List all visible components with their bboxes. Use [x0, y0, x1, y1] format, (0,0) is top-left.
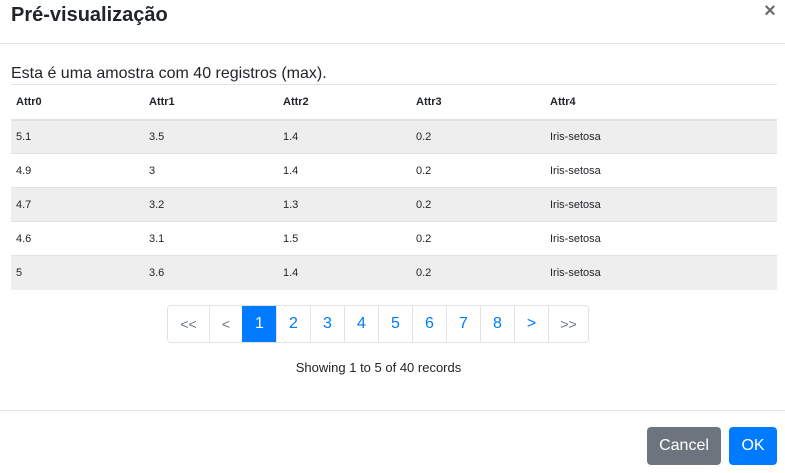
preview-table: Attr0 Attr1 Attr2 Attr3 Attr4 5.1 3.5 1.…: [11, 84, 777, 290]
table-cell: 4.7: [11, 187, 144, 222]
page-7-button[interactable]: 7: [446, 306, 480, 342]
table-cell: 1.4: [278, 153, 411, 188]
page-5-button[interactable]: 5: [378, 306, 412, 342]
table-cell: 1.4: [278, 119, 411, 154]
table-cell: Iris-setosa: [545, 119, 777, 154]
table-cell: Iris-setosa: [545, 187, 777, 222]
table-row: 5.1 3.5 1.4 0.2 Iris-setosa: [11, 119, 777, 154]
table-cell: 0.2: [411, 221, 545, 256]
table-cell: 0.2: [411, 153, 545, 188]
table-cell: Iris-setosa: [545, 255, 777, 290]
close-icon[interactable]: ×: [760, 1, 780, 21]
column-header: Attr1: [144, 84, 278, 121]
sample-description: Esta é uma amostra com 40 registros (max…: [11, 65, 327, 82]
last-page-button[interactable]: >>: [548, 306, 588, 342]
page-8-button[interactable]: 8: [480, 306, 514, 342]
records-info: Showing 1 to 5 of 40 records: [295, 360, 462, 375]
table-cell: Iris-setosa: [545, 153, 777, 188]
table-cell: 3.5: [144, 119, 278, 154]
modal-title: Pré-visualização: [11, 4, 168, 26]
table-cell: 5.1: [11, 119, 144, 154]
page-2-button[interactable]: 2: [276, 306, 310, 342]
table-row: 4.7 3.2 1.3 0.2 Iris-setosa: [11, 187, 777, 222]
column-header: Attr3: [411, 84, 545, 121]
page-3-button[interactable]: 3: [310, 306, 344, 342]
table-row: 5 3.6 1.4 0.2 Iris-setosa: [11, 255, 777, 290]
table-cell: 0.2: [411, 119, 545, 154]
table-row: 4.6 3.1 1.5 0.2 Iris-setosa: [11, 221, 777, 256]
table-cell: 3.6: [144, 255, 278, 290]
next-page-button[interactable]: >: [514, 306, 548, 342]
pagination: << < 1 2 3 4 5 6 7 8 > >>: [167, 305, 589, 343]
table-cell: 0.2: [411, 187, 545, 222]
ok-button[interactable]: OK: [729, 427, 777, 465]
page-6-button[interactable]: 6: [412, 306, 446, 342]
table-cell: 3.1: [144, 221, 278, 256]
prev-page-button[interactable]: <: [209, 306, 242, 342]
modal-header: Pré-visualização ×: [0, 0, 785, 44]
first-page-button[interactable]: <<: [168, 306, 209, 342]
column-header: Attr0: [11, 84, 144, 121]
footer-divider: [0, 410, 785, 411]
column-header: Attr4: [545, 84, 777, 121]
column-header: Attr2: [278, 84, 411, 121]
table-cell: 0.2: [411, 255, 545, 290]
page-1-button[interactable]: 1: [242, 306, 276, 342]
table-cell: 3: [144, 153, 278, 188]
cancel-button[interactable]: Cancel: [647, 427, 721, 465]
page-4-button[interactable]: 4: [344, 306, 378, 342]
table-cell: 3.2: [144, 187, 278, 222]
table-cell: 5: [11, 255, 144, 290]
table-header-row: Attr0 Attr1 Attr2 Attr3 Attr4: [11, 84, 777, 121]
table-row: 4.9 3 1.4 0.2 Iris-setosa: [11, 153, 777, 188]
table-cell: 1.3: [278, 187, 411, 222]
table-cell: 1.4: [278, 255, 411, 290]
table-cell: 4.6: [11, 221, 144, 256]
table-cell: Iris-setosa: [545, 221, 777, 256]
table-cell: 1.5: [278, 221, 411, 256]
table-cell: 4.9: [11, 153, 144, 188]
